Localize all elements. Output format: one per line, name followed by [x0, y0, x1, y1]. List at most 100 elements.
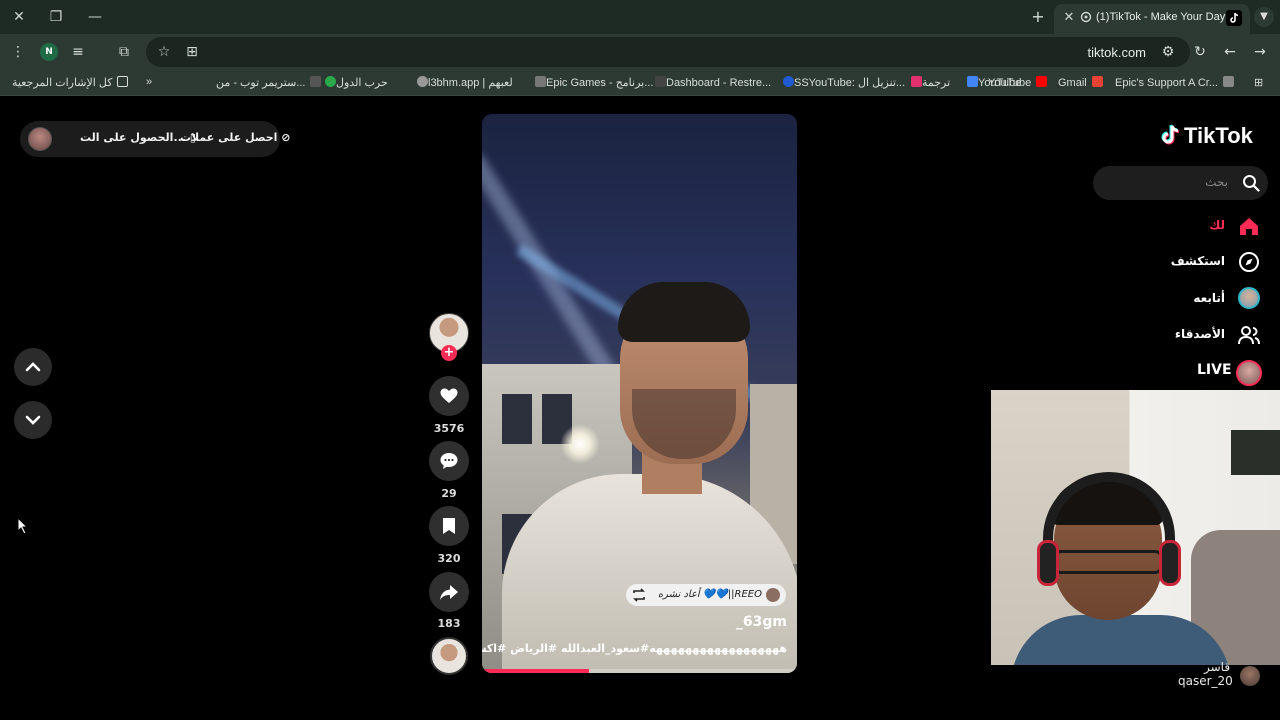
following-avatar-icon[interactable] — [1238, 287, 1260, 309]
sidebar-item-live[interactable]: LIVE — [1197, 362, 1232, 378]
overlay-user-name: قاسر — [1204, 660, 1231, 674]
extensions-icon[interactable]: ⧉ — [114, 42, 134, 62]
like-count: 3576 — [433, 422, 465, 435]
bookmarks-bar: كل الإشارات المرجعية » ستريمر توب - من..… — [0, 70, 1280, 96]
get-app-button[interactable]: الحصول على الت... ▯ — [80, 131, 196, 144]
tiktok-favicon-icon — [1226, 10, 1242, 26]
tab-title: (1)TikTok - Make Your Day — [1096, 11, 1226, 23]
video-street-light — [560, 424, 600, 464]
media-control-icon[interactable]: ≡ — [68, 42, 88, 62]
close-window-icon[interactable]: ✕ — [8, 7, 30, 27]
bookmark-favicon-icon — [535, 76, 546, 87]
bookmark-item[interactable]: حرب الدول — [320, 76, 388, 89]
live-icon[interactable] — [1236, 360, 1262, 386]
repost-button[interactable] — [626, 584, 652, 606]
search-placeholder: بحث — [1205, 175, 1228, 189]
sidebar-item-for-you[interactable]: لك — [1209, 218, 1225, 232]
tiktok-logo-icon[interactable] — [1161, 124, 1181, 146]
comment-icon — [440, 453, 458, 469]
translate-icon[interactable]: ⊞ — [182, 42, 202, 62]
translate-favicon-icon — [967, 76, 978, 87]
browser-toolbar: ⋮ ≡ ⧉ ☆ ⊞ tiktok.com ⚙ ↻ ← → — [0, 34, 1280, 70]
video-person-hair — [618, 282, 750, 342]
search-icon[interactable] — [1242, 174, 1260, 192]
friends-icon[interactable] — [1238, 324, 1260, 346]
chevron-down-icon — [25, 415, 41, 425]
bookmark-favicon-icon — [655, 76, 666, 87]
like-button[interactable] — [429, 376, 469, 416]
comment-button[interactable] — [429, 441, 469, 481]
address-bar[interactable]: ☆ ⊞ tiktok.com ⚙ — [146, 37, 1190, 67]
home-icon[interactable] — [1238, 215, 1260, 237]
bookmark-favicon-icon — [783, 76, 794, 87]
profile-avatar[interactable]: N — [40, 43, 58, 61]
comment-count: 29 — [441, 487, 457, 500]
previous-video-button[interactable] — [14, 348, 52, 386]
video-author[interactable]: _63gm — [736, 614, 787, 630]
share-count: 183 — [437, 617, 461, 630]
bookmark-youtube[interactable]: YouTube — [988, 76, 1048, 89]
sidebar-item-explore[interactable]: استكشف — [1171, 254, 1225, 268]
sidebar-item-following[interactable]: أتابعه — [1193, 291, 1225, 305]
gmail-icon — [1091, 76, 1103, 87]
browser-menu-icon[interactable]: ⋮ — [8, 42, 28, 62]
user-avatar[interactable] — [28, 127, 52, 151]
video-player[interactable]: أعاد نشره 💙💙||REEO _63gm ههههههههههههههه… — [482, 114, 797, 673]
overlay-user-handle: qaser_20 — [1178, 674, 1233, 688]
bookmark-item[interactable]: Epic's Support A Cr... — [1115, 76, 1234, 89]
restore-window-icon[interactable]: ❐ — [45, 7, 67, 27]
folder-icon — [117, 76, 129, 87]
bookmark-item[interactable]: Dashboard - Restre... — [650, 76, 771, 89]
bookmark-all[interactable]: كل الإشارات المرجعية — [12, 76, 129, 89]
tiktok-logo-text[interactable]: TikTok — [1184, 123, 1253, 149]
reload-icon[interactable]: ↻ — [1190, 42, 1210, 62]
bookmarks-overflow-icon[interactable]: » — [146, 76, 152, 88]
next-video-button[interactable] — [14, 401, 52, 439]
forward-icon[interactable]: → — [1250, 42, 1270, 62]
music-disc-avatar[interactable] — [430, 637, 468, 675]
bookmark-star-icon[interactable]: ☆ — [154, 42, 174, 62]
video-caption: ههههههههههههههههههه#سعود_العبدالله #الري… — [482, 642, 787, 655]
share-button[interactable] — [429, 572, 469, 612]
back-icon[interactable]: ← — [1220, 42, 1240, 62]
browser-tab[interactable]: ✕ (1)TikTok - Make Your Day — [1054, 4, 1250, 34]
tab-search-chevron-icon[interactable]: ▼ — [1254, 7, 1274, 27]
save-count: 320 — [437, 552, 461, 565]
tab-audio-icon[interactable] — [1080, 11, 1092, 23]
bookmark-item[interactable]: ترجمة — [906, 76, 950, 89]
get-coins-button[interactable]: احصل على عملات ⊘ — [180, 131, 291, 144]
bookmark-favicon-icon — [1223, 76, 1234, 87]
bookmark-favicon-icon — [325, 76, 336, 87]
repost-icon — [633, 588, 645, 602]
follow-plus-icon[interactable]: + — [441, 345, 457, 361]
bookmark-gmail[interactable]: Gmail — [1058, 76, 1103, 89]
bookmark-item[interactable]: ستريمر توب - من... — [216, 76, 322, 89]
tiktok-page: الحصول على الت... ▯ احصل على عملات ⊘ أعا… — [0, 97, 1280, 720]
search-input[interactable]: بحث — [1093, 166, 1268, 200]
share-arrow-icon — [440, 585, 458, 600]
tab-close-icon[interactable]: ✕ — [1060, 9, 1078, 27]
minimize-window-icon[interactable]: — — [84, 7, 106, 27]
apps-grid-icon[interactable]: ⊞ — [1254, 76, 1263, 89]
repost-text: أعاد نشره 💙💙||REEO — [657, 589, 762, 600]
repost-avatar — [766, 588, 780, 602]
bookmark-item[interactable]: Epic Games - برنامج... — [530, 76, 653, 89]
site-settings-icon[interactable]: ⚙ — [1158, 42, 1178, 62]
chevron-up-icon — [25, 362, 41, 372]
save-button[interactable] — [429, 506, 469, 546]
overlay-user-avatar — [1240, 666, 1260, 686]
browser-titlebar: ✕ ❐ — + ✕ (1)TikTok - Make Your Day ▼ — [0, 0, 1280, 34]
sidebar-item-friends[interactable]: الأصدقاء — [1175, 327, 1225, 341]
compass-icon[interactable] — [1238, 251, 1260, 273]
url-text[interactable]: tiktok.com — [1087, 45, 1146, 60]
webcam-monitor — [1231, 430, 1280, 475]
headphone-earcup — [1037, 540, 1059, 586]
mouse-cursor-icon — [17, 517, 29, 535]
bookmark-favicon-icon — [417, 76, 428, 87]
bookmark-item[interactable]: SSYouTube: تنزيل ال... — [778, 76, 905, 89]
heart-icon — [440, 388, 458, 403]
streamer-webcam-overlay — [991, 390, 1280, 665]
bookmark-item[interactable]: l3bhm.app | لعبهم — [412, 76, 513, 89]
headphone-earcup — [1159, 540, 1181, 586]
new-tab-button[interactable]: + — [1028, 7, 1048, 27]
